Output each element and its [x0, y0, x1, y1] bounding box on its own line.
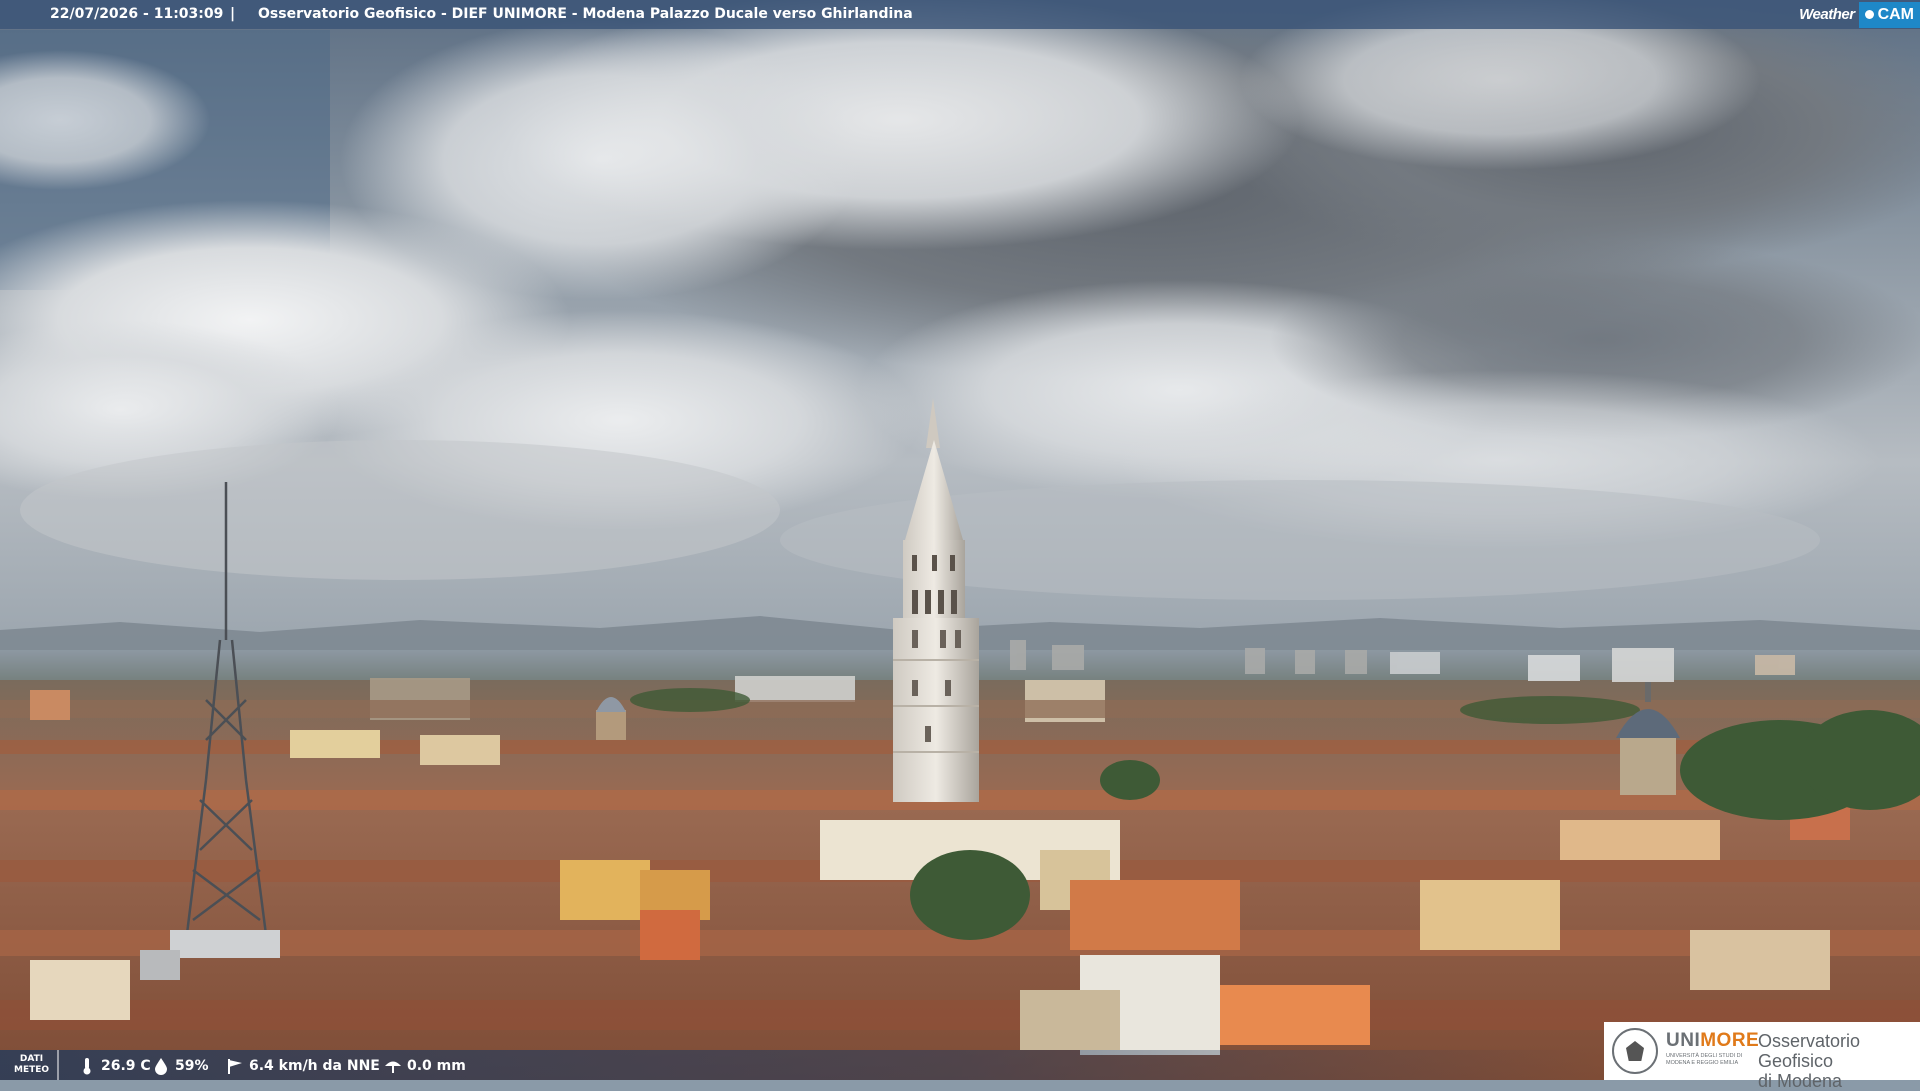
weathercam-word: Weather	[1799, 6, 1855, 23]
webcam-photo	[0, 0, 1920, 1080]
wind-value: 6.4 km/h da NNE	[249, 1058, 380, 1074]
rain-value: 0.0 mm	[407, 1058, 466, 1074]
humidity-drop-icon	[155, 1058, 167, 1075]
unimore-wordmark: UNIMORE	[1666, 1030, 1760, 1051]
wind-vane-icon	[228, 1059, 242, 1074]
rain-umbrella-icon	[385, 1061, 401, 1073]
unimore-logo-panel: UNIMORE UNIVERSITÀ DEGLI STUDI DI MODENA…	[1604, 1022, 1920, 1091]
observatory-name: Osservatorio Geofisico di Modena	[1758, 1031, 1861, 1091]
university-subtitle: UNIVERSITÀ DEGLI STUDI DI MODENA E REGGI…	[1666, 1053, 1743, 1066]
weathercam-cam: CAM	[1858, 1, 1920, 28]
dati-meteo-label: DATI METEO	[14, 1054, 50, 1075]
caption-bar: 22/07/2026 - 11:03:09 | Osservatorio Geo…	[0, 0, 1920, 29]
rain-item: 0.0 mm	[384, 1057, 466, 1075]
humidity-item: 59%	[152, 1057, 209, 1075]
lens-icon	[1864, 10, 1874, 19]
university-seal-icon	[1612, 1028, 1658, 1074]
temperature-value: 26.9 C	[101, 1058, 151, 1074]
timestamp: 22/07/2026 - 11:03:09	[50, 6, 224, 22]
humidity-value: 59%	[175, 1058, 209, 1074]
temperature-item: 26.9 C	[78, 1057, 151, 1075]
camera-title: Osservatorio Geofisico - DIEF UNIMORE - …	[258, 6, 913, 22]
divider	[57, 1050, 59, 1080]
weathercam-logo: Weather CAM	[1799, 0, 1920, 29]
thermometer-icon	[83, 1058, 91, 1075]
wind-item: 6.4 km/h da NNE	[226, 1057, 380, 1075]
separator: |	[230, 6, 236, 22]
weather-data-bar: DATI METEO 26.9 C 59% 6.4 km/h da NNE 0.…	[0, 1050, 1600, 1080]
